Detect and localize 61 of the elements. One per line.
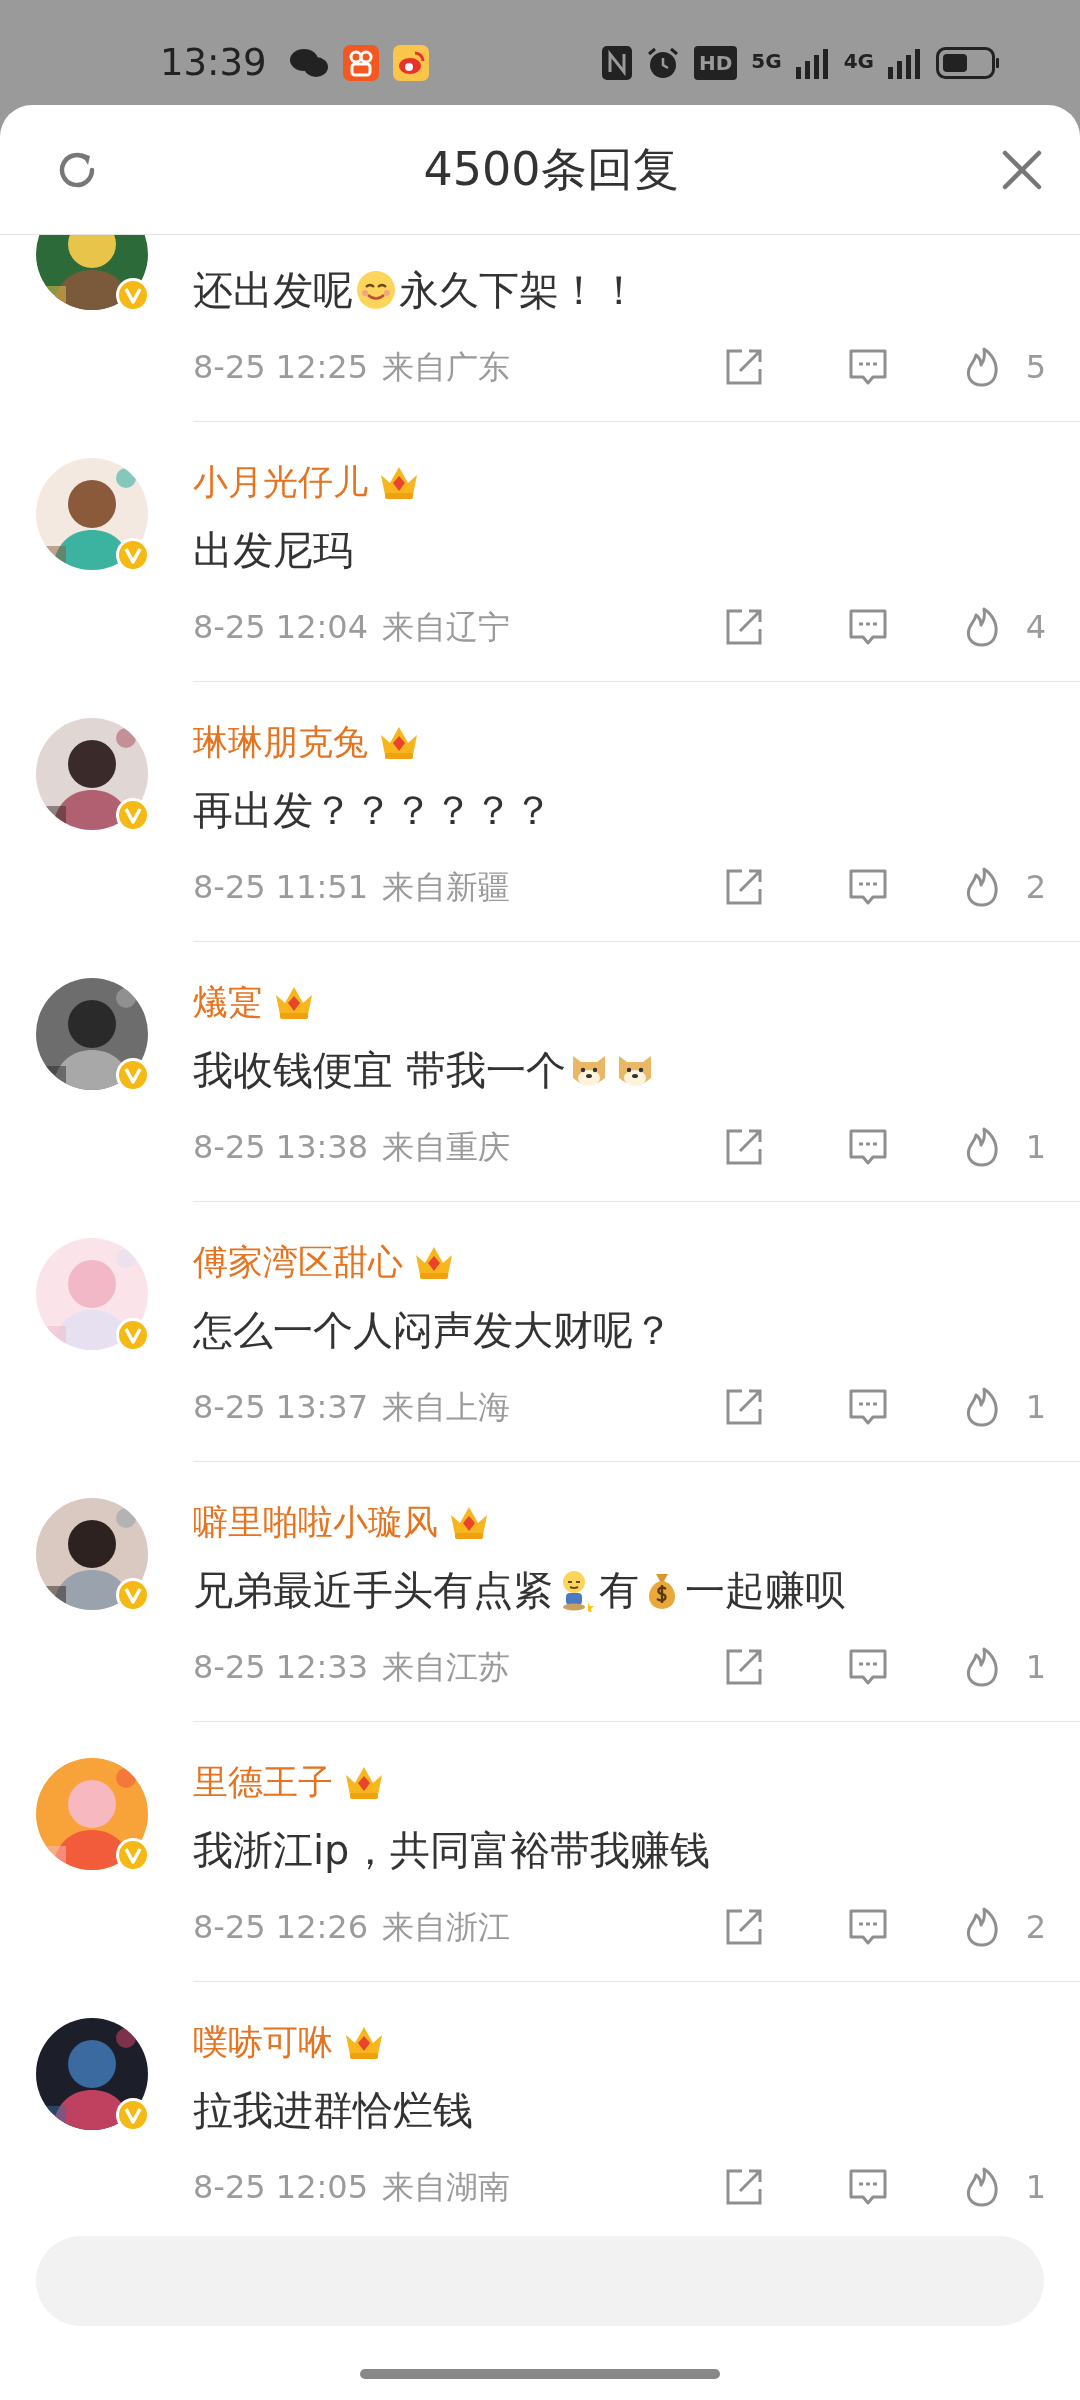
alarm-clock-icon bbox=[645, 45, 680, 80]
comment-location: 来自新疆 bbox=[382, 867, 510, 908]
comment-date: 8-25 12:33 bbox=[193, 1647, 368, 1688]
comment-location: 来自重庆 bbox=[382, 1127, 510, 1168]
chat-bubbles-icon bbox=[288, 46, 329, 79]
like-count: 1 bbox=[1025, 1387, 1046, 1428]
comment-text: 再出发？？？？？？ bbox=[193, 786, 554, 835]
comment-text: 我浙江ip，共同富裕带我赚钱 bbox=[193, 1826, 711, 1875]
comment-location: 来自上海 bbox=[382, 1387, 510, 1428]
comment-text: 兄弟最近手头有点紧 有 一起赚呗 bbox=[193, 1566, 846, 1615]
comment-location: 来自广东 bbox=[382, 347, 510, 388]
user-name[interactable]: 小月光仔儿 bbox=[193, 455, 368, 509]
like-count: 5 bbox=[1025, 347, 1046, 388]
hd-indicator: HD bbox=[693, 45, 738, 80]
comment-text: 怎么一个人闷声发大财呢？ bbox=[193, 1306, 674, 1355]
user-name[interactable]: 傅家湾区甜心 bbox=[193, 1235, 403, 1289]
user-name[interactable]: 噗哧可咻 bbox=[193, 2015, 333, 2069]
like-count: 1 bbox=[1025, 1647, 1046, 1688]
comment-date: 8-25 12:04 bbox=[193, 607, 368, 648]
comment-text: 拉我进群恰烂钱 bbox=[193, 2086, 474, 2135]
comment-text: 出发尼玛 bbox=[193, 526, 354, 575]
verified-badge-icon bbox=[116, 538, 150, 572]
comment-location: 来自湖南 bbox=[382, 2167, 510, 2208]
clock-time: 13:39 bbox=[160, 39, 267, 86]
comment-location: 来自江苏 bbox=[382, 1647, 510, 1688]
verified-badge-icon bbox=[116, 798, 150, 832]
verified-badge-icon bbox=[116, 1058, 150, 1092]
comment-text: 我收钱便宜 带我一个 bbox=[193, 1038, 1080, 1102]
verified-badge-icon bbox=[116, 1318, 150, 1352]
battery-icon bbox=[936, 46, 1000, 79]
app-icon[interactable] bbox=[392, 44, 429, 81]
comment-date: 8-25 13:37 bbox=[193, 1387, 368, 1428]
comment-location: 来自辽宁 bbox=[382, 607, 510, 648]
like-count: 2 bbox=[1025, 1907, 1046, 1948]
like-count: 4 bbox=[1025, 607, 1046, 648]
smiley-emoji-icon bbox=[354, 268, 398, 312]
signal-icon bbox=[888, 46, 922, 79]
user-name[interactable]: 里德王子 bbox=[193, 1755, 333, 1809]
comment-date: 8-25 12:25 bbox=[193, 347, 368, 388]
nfc-icon bbox=[601, 45, 632, 80]
verified-badge-icon bbox=[116, 1838, 150, 1872]
like-count: 2 bbox=[1025, 867, 1046, 908]
like-count: 1 bbox=[1025, 1127, 1046, 1168]
verified-badge-icon bbox=[116, 2098, 150, 2132]
like-count: 1 bbox=[1025, 2167, 1046, 2208]
user-name[interactable]: 燨寔 bbox=[193, 975, 263, 1029]
verified-badge-icon bbox=[116, 1578, 150, 1612]
user-name[interactable]: 噼里啪啦小璇风 bbox=[193, 1495, 438, 1549]
comment-date: 8-25 12:26 bbox=[193, 1907, 368, 1948]
comment-date: 8-25 11:51 bbox=[193, 867, 368, 908]
signal-icon bbox=[795, 46, 830, 79]
comment-location: 来自浙江 bbox=[382, 1907, 510, 1948]
comment-date: 8-25 13:38 bbox=[193, 1127, 368, 1168]
network-type: 4G bbox=[843, 47, 874, 75]
app-icon[interactable] bbox=[342, 44, 379, 81]
verified-badge-icon bbox=[116, 278, 150, 312]
user-name[interactable]: 琳琳朋克兔 bbox=[193, 715, 368, 769]
comment-text: 还出发呢 永久下架！！ bbox=[193, 266, 640, 315]
network-type: 5G bbox=[751, 47, 782, 75]
comment-date: 8-25 12:05 bbox=[193, 2167, 368, 2208]
header-title: 4500条回复 bbox=[422, 141, 680, 198]
